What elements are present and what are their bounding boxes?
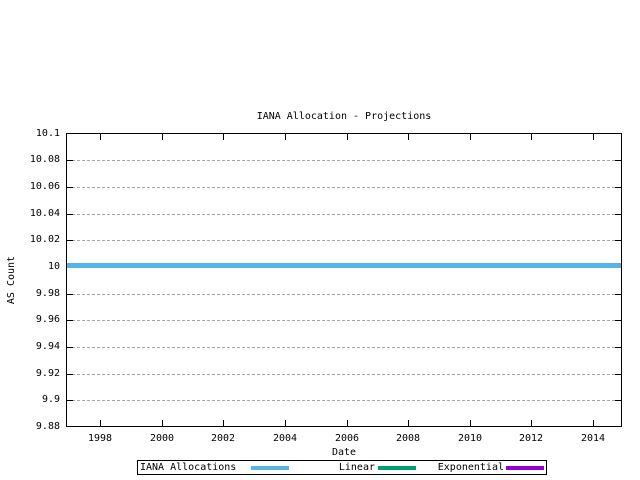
x-tick-top xyxy=(408,134,409,140)
x-tick-top xyxy=(531,134,532,140)
y-tick-right xyxy=(615,320,621,321)
plot-area-border xyxy=(66,133,622,427)
x-tick-top xyxy=(285,134,286,140)
x-tick-bottom xyxy=(470,420,471,426)
y-gridline xyxy=(67,320,621,321)
x-tick-bottom xyxy=(223,420,224,426)
y-tick-left xyxy=(67,374,73,375)
y-tick-left xyxy=(67,160,73,161)
legend-swatch-exponential xyxy=(506,466,544,470)
x-tick-bottom xyxy=(593,420,594,426)
iana-allocations-series-line xyxy=(67,263,621,268)
x-tick-bottom xyxy=(100,420,101,426)
legend-swatch-iana-allocations xyxy=(251,466,289,470)
x-tick-top xyxy=(470,134,471,140)
y-tick-label: 9.92 xyxy=(0,368,60,380)
y-tick-right xyxy=(615,347,621,348)
y-gridline xyxy=(67,160,621,161)
x-tick-top xyxy=(347,134,348,140)
legend-label-exponential: Exponential xyxy=(421,461,504,474)
x-tick-bottom xyxy=(162,420,163,426)
y-tick-right xyxy=(615,294,621,295)
x-tick-label: 2004 xyxy=(260,433,310,445)
y-tick-label: 9.9 xyxy=(0,394,60,406)
y-tick-right xyxy=(615,374,621,375)
y-gridline xyxy=(67,187,621,188)
x-tick-label: 2006 xyxy=(322,433,372,445)
x-tick-bottom xyxy=(531,420,532,426)
y-tick-label: 10.08 xyxy=(0,154,60,166)
legend-label-iana-allocations: IANA Allocations xyxy=(140,461,249,474)
legend-box: IANA Allocations Linear Exponential xyxy=(137,460,547,475)
x-tick-label: 2010 xyxy=(445,433,495,445)
x-tick-label: 2000 xyxy=(137,433,187,445)
legend-swatch-linear xyxy=(378,466,416,470)
y-tick-right xyxy=(615,400,621,401)
y-tick-label: 9.98 xyxy=(0,288,60,300)
legend-label-linear: Linear xyxy=(301,461,375,474)
x-tick-top xyxy=(593,134,594,140)
y-tick-left xyxy=(67,214,73,215)
y-gridline xyxy=(67,400,621,401)
x-tick-top xyxy=(162,134,163,140)
x-tick-label: 2012 xyxy=(506,433,556,445)
y-tick-label: 10.06 xyxy=(0,181,60,193)
y-tick-left xyxy=(67,294,73,295)
y-gridline xyxy=(67,240,621,241)
y-tick-label: 10.04 xyxy=(0,208,60,220)
x-tick-bottom xyxy=(285,420,286,426)
y-tick-label: 10 xyxy=(0,261,60,273)
x-tick-label: 2008 xyxy=(383,433,433,445)
y-gridline xyxy=(67,214,621,215)
y-tick-left xyxy=(67,240,73,241)
x-tick-bottom xyxy=(347,420,348,426)
y-tick-label: 9.88 xyxy=(0,421,60,433)
x-tick-label: 2002 xyxy=(198,433,248,445)
y-tick-left xyxy=(67,400,73,401)
y-tick-label: 9.96 xyxy=(0,314,60,326)
x-axis-label: Date xyxy=(66,447,622,459)
y-tick-label: 9.94 xyxy=(0,341,60,353)
y-tick-label: 10.02 xyxy=(0,234,60,246)
y-gridline xyxy=(67,374,621,375)
y-tick-left xyxy=(67,320,73,321)
x-tick-label: 2014 xyxy=(568,433,618,445)
chart-title: IANA Allocation - Projections xyxy=(66,110,622,123)
y-tick-left xyxy=(67,187,73,188)
x-tick-label: 1998 xyxy=(75,433,125,445)
x-tick-top xyxy=(223,134,224,140)
x-tick-top xyxy=(100,134,101,140)
y-tick-right xyxy=(615,160,621,161)
y-tick-label: 10.1 xyxy=(0,128,60,140)
y-tick-right xyxy=(615,240,621,241)
y-tick-right xyxy=(615,214,621,215)
x-tick-bottom xyxy=(408,420,409,426)
y-tick-left xyxy=(67,347,73,348)
y-tick-right xyxy=(615,187,621,188)
y-gridline xyxy=(67,347,621,348)
chart-canvas: IANA Allocation - Projections AS Count 1… xyxy=(0,0,640,480)
y-gridline xyxy=(67,294,621,295)
